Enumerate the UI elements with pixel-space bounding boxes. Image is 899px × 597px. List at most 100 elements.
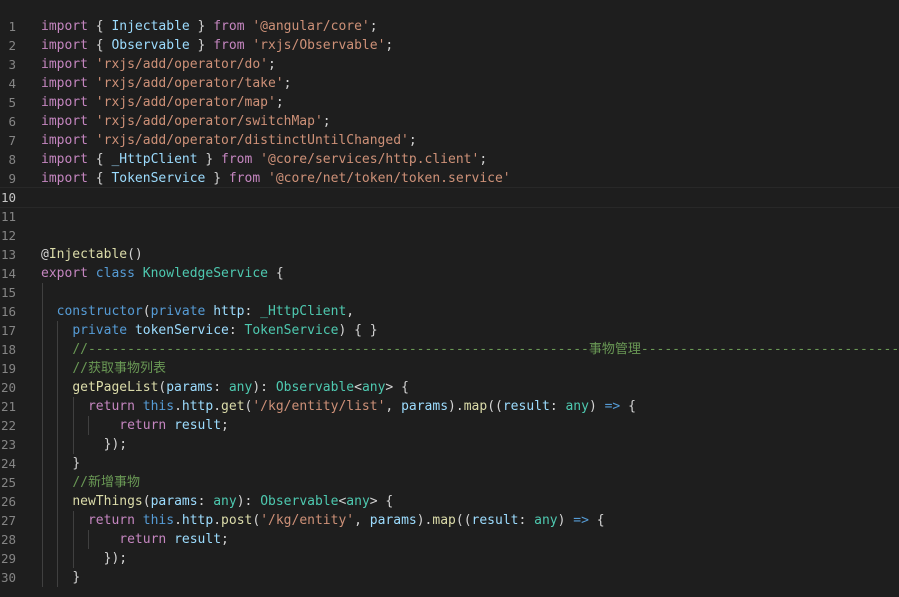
code-token: }); bbox=[103, 437, 128, 452]
code-line[interactable]: 15 bbox=[0, 283, 899, 302]
code-line[interactable]: 11 bbox=[0, 207, 899, 226]
code-text[interactable]: newThings(params: any): Observable<any> … bbox=[41, 492, 393, 511]
code-text[interactable]: import { _HttpClient } from '@core/servi… bbox=[41, 150, 487, 169]
code-text[interactable]: } bbox=[41, 568, 80, 587]
code-text[interactable]: @Injectable() bbox=[41, 245, 143, 264]
code-token: return bbox=[87, 513, 135, 528]
code-text[interactable]: import 'rxjs/add/operator/map'; bbox=[41, 93, 284, 112]
code-token: ; bbox=[369, 19, 378, 34]
code-text[interactable]: getPageList(params: any): Observable<any… bbox=[41, 378, 409, 397]
code-line[interactable]: 4 import 'rxjs/add/operator/take'; bbox=[0, 74, 899, 93]
code-line[interactable]: 6 import 'rxjs/add/operator/switchMap'; bbox=[0, 112, 899, 131]
line-number: 21 bbox=[0, 399, 16, 414]
code-token: import bbox=[41, 76, 88, 91]
code-token: } bbox=[189, 38, 214, 53]
code-text[interactable]: import 'rxjs/add/operator/switchMap'; bbox=[41, 112, 331, 131]
code-text[interactable]: import { Injectable } from '@angular/cor… bbox=[41, 17, 378, 36]
code-text[interactable]: constructor(private http: _HttpClient, bbox=[41, 302, 354, 321]
code-text[interactable]: //获取事物列表 bbox=[41, 359, 166, 378]
line-number: 16 bbox=[0, 304, 16, 319]
code-line[interactable]: 29 }); bbox=[0, 549, 899, 568]
code-token: ): bbox=[236, 494, 261, 509]
code-line[interactable]: 30 } bbox=[0, 568, 899, 587]
line-number: 23 bbox=[0, 437, 16, 452]
code-line[interactable]: 26 newThings(params: any): Observable<an… bbox=[0, 492, 899, 511]
code-line[interactable]: 22 return result; bbox=[0, 416, 899, 435]
code-token: TokenService bbox=[244, 323, 339, 338]
code-token: { bbox=[87, 152, 112, 167]
code-line[interactable]: 23 }); bbox=[0, 435, 899, 454]
code-token: . bbox=[174, 513, 182, 528]
code-text[interactable]: import 'rxjs/add/operator/do'; bbox=[41, 55, 276, 74]
code-text[interactable]: //--------------------------------------… bbox=[41, 340, 899, 359]
code-token: import bbox=[41, 38, 88, 53]
code-token: . bbox=[213, 399, 222, 414]
code-token: ; bbox=[322, 114, 331, 129]
code-line[interactable]: 13 @Injectable() bbox=[0, 245, 899, 264]
code-line[interactable]: 24 } bbox=[0, 454, 899, 473]
line-number: 24 bbox=[0, 456, 16, 471]
code-editor[interactable]: 1 import { Injectable } from '@angular/co… bbox=[0, 0, 899, 597]
code-line[interactable]: 17 private tokenService: TokenService) {… bbox=[0, 321, 899, 340]
code-token: params bbox=[369, 513, 417, 528]
line-number: 27 bbox=[0, 513, 16, 528]
code-text[interactable]: return result; bbox=[41, 416, 229, 435]
code-token: any bbox=[361, 380, 386, 395]
code-text[interactable]: import 'rxjs/add/operator/distinctUntilC… bbox=[41, 131, 417, 150]
code-text[interactable]: import { Observable } from 'rxjs/Observa… bbox=[41, 36, 393, 55]
code-token: import bbox=[41, 57, 88, 72]
code-line[interactable]: 19 //获取事物列表 bbox=[0, 359, 899, 378]
code-text[interactable]: import 'rxjs/add/operator/take'; bbox=[41, 74, 291, 93]
code-text[interactable]: }); bbox=[41, 549, 127, 568]
code-token: { bbox=[268, 266, 284, 281]
code-text[interactable]: return result; bbox=[41, 530, 229, 549]
code-line[interactable]: 14 export class KnowledgeService { bbox=[0, 264, 899, 283]
code-token: newThings bbox=[72, 494, 143, 509]
code-text[interactable]: //新增事物 bbox=[41, 473, 140, 492]
code-line[interactable]: 10 bbox=[0, 187, 899, 208]
code-token: map bbox=[463, 399, 488, 414]
line-number: 1 bbox=[8, 19, 16, 34]
code-line[interactable]: 9 import { TokenService } from '@core/net… bbox=[0, 169, 899, 188]
code-token: : bbox=[197, 494, 214, 509]
code-token: ) bbox=[557, 513, 574, 528]
code-line[interactable]: 1 import { Injectable } from '@angular/co… bbox=[0, 17, 899, 36]
code-text[interactable]: export class KnowledgeService { bbox=[41, 264, 284, 283]
code-token: from bbox=[213, 19, 245, 34]
code-line[interactable]: 25 //新增事物 bbox=[0, 473, 899, 492]
code-text[interactable]: import { TokenService } from '@core/net/… bbox=[41, 169, 511, 188]
code-token: } bbox=[72, 456, 81, 471]
code-text[interactable]: return this.http.get('/kg/entity/list', … bbox=[41, 397, 636, 416]
code-token: { bbox=[588, 513, 605, 528]
code-token: } bbox=[72, 570, 81, 585]
code-line[interactable]: 8 import { _HttpClient } from '@core/serv… bbox=[0, 150, 899, 169]
code-line[interactable]: 7 import 'rxjs/add/operator/distinctUntil… bbox=[0, 131, 899, 150]
code-line[interactable]: 2 import { Observable } from 'rxjs/Observ… bbox=[0, 36, 899, 55]
code-text[interactable]: }); bbox=[41, 435, 127, 454]
code-token: { bbox=[87, 38, 112, 53]
code-token: _HttpClient bbox=[260, 304, 347, 319]
code-token: Observable bbox=[111, 38, 190, 53]
code-line[interactable]: 28 return result; bbox=[0, 530, 899, 549]
code-text[interactable]: private tokenService: TokenService) { } bbox=[41, 321, 377, 340]
code-text[interactable]: return this.http.post('/kg/entity', para… bbox=[41, 511, 605, 530]
code-line[interactable]: 18 //-----------------------------------… bbox=[0, 340, 899, 359]
code-line[interactable]: 27 return this.http.post('/kg/entity', p… bbox=[0, 511, 899, 530]
code-line[interactable]: 12 bbox=[0, 226, 899, 245]
code-token: ): bbox=[252, 380, 276, 395]
code-token: any bbox=[346, 494, 370, 509]
line-number: 9 bbox=[8, 171, 16, 186]
code-line[interactable]: 3 import 'rxjs/add/operator/do'; bbox=[0, 55, 899, 74]
code-line[interactable]: 16 constructor(private http: _HttpClient… bbox=[0, 302, 899, 321]
code-line[interactable]: 20 getPageList(params: any): Observable<… bbox=[0, 378, 899, 397]
code-token: }); bbox=[103, 551, 128, 566]
code-line[interactable]: 21 return this.http.get('/kg/entity/list… bbox=[0, 397, 899, 416]
code-token: this bbox=[142, 513, 175, 528]
code-text[interactable]: } bbox=[41, 454, 80, 473]
code-line[interactable]: 5 import 'rxjs/add/operator/map'; bbox=[0, 93, 899, 112]
